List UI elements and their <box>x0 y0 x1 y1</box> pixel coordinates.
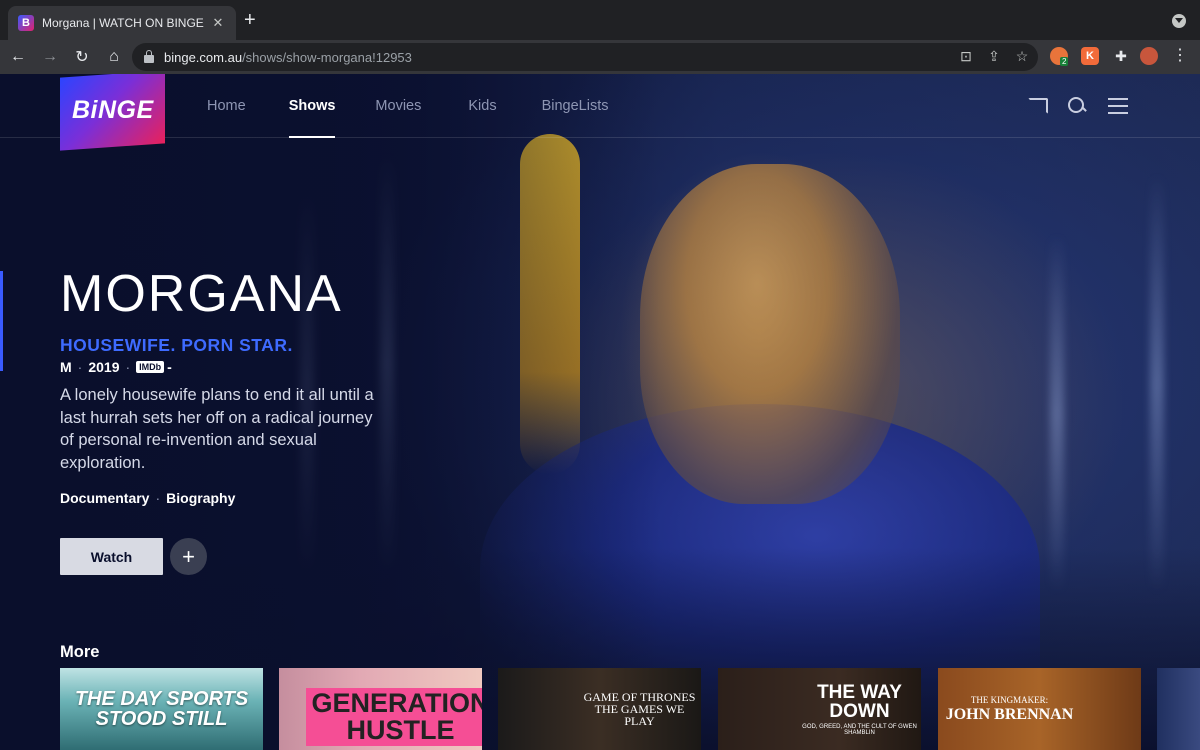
extension-badge: 2 <box>1060 57 1069 66</box>
tile-title: Game of Thrones The Games We Play <box>583 690 696 728</box>
tile-subtitle: The Kingmaker: <box>970 694 1049 705</box>
imdb-score: - <box>167 359 172 375</box>
back-icon[interactable]: ← <box>4 43 32 71</box>
tile-title: The Way Down <box>817 681 902 722</box>
genre-tag[interactable]: Documentary <box>60 490 149 506</box>
lock-icon <box>144 49 154 63</box>
nav-shows[interactable]: Shows <box>288 74 335 138</box>
install-app-icon[interactable]: ⊡ <box>958 48 974 64</box>
main-nav: Home Shows Movies Kids BingeLists <box>207 74 608 138</box>
reload-icon[interactable]: ↻ <box>68 43 96 71</box>
more-tile[interactable]: Generation Hustle <box>279 668 482 750</box>
add-to-list-button[interactable]: + <box>170 538 207 575</box>
show-tagline: HOUSEWIFE. PORN STAR. <box>60 335 293 355</box>
tile-title: Generation Hustle <box>305 688 482 746</box>
forward-icon[interactable]: → <box>36 43 64 71</box>
extension-k-icon[interactable]: K <box>1081 47 1099 65</box>
rating-label: M <box>60 359 72 375</box>
binge-logo[interactable]: BiNGE <box>60 74 165 151</box>
tile-title: John Brennan <box>945 705 1074 723</box>
cast-icon[interactable] <box>1028 95 1050 117</box>
nav-movies[interactable]: Movies <box>375 74 421 138</box>
menu-icon[interactable] <box>1108 95 1130 117</box>
tile-subtitle: God, Greed, and the Cult of Gwen Shambli… <box>802 723 917 736</box>
url-domain: binge.com.au <box>164 49 243 65</box>
genre-tag[interactable]: Biography <box>166 490 235 506</box>
address-bar[interactable]: binge.com.au/shows/show-morgana!12953 ⊡ … <box>132 43 1038 71</box>
show-genres: Documentary · Biography <box>60 490 236 506</box>
browser-tabstrip: B Morgana | WATCH ON BINGE ✕ + <box>0 0 1200 40</box>
url-path: /shows/show-morgana!12953 <box>242 49 412 65</box>
more-tile[interactable]: The Day Sports Stood Still <box>60 668 263 750</box>
more-tile[interactable]: The Kingmaker: John Brennan <box>938 668 1141 750</box>
more-tile-partial[interactable] <box>1157 668 1200 750</box>
nav-kids[interactable]: Kids <box>468 74 496 138</box>
imdb-icon: IMDb <box>136 361 165 373</box>
profile-avatar[interactable] <box>1140 47 1158 65</box>
site-header: BiNGE Home Shows Movies Kids BingeLists <box>0 74 1200 151</box>
more-section-title: More <box>60 643 100 661</box>
show-meta: M · 2019 · IMDb - <box>60 359 172 375</box>
tab-close-icon[interactable]: ✕ <box>210 15 226 31</box>
show-title: MORGANA <box>60 265 343 323</box>
logo-text: BiNGE <box>71 96 154 124</box>
hero-accent-bar <box>0 271 3 371</box>
browser-menu-icon[interactable]: ⋮ <box>1172 47 1188 65</box>
bookmark-star-icon[interactable]: ☆ <box>1014 48 1030 64</box>
search-icon[interactable] <box>1068 95 1090 117</box>
show-description: A lonely housewife plans to end it all u… <box>60 386 374 472</box>
new-tab-icon[interactable]: + <box>244 10 256 30</box>
tab-search-icon[interactable] <box>1172 14 1186 28</box>
tile-title: The Day Sports Stood Still <box>74 688 249 730</box>
nav-home[interactable]: Home <box>207 74 246 138</box>
watch-button[interactable]: Watch <box>60 538 163 575</box>
binge-page: BiNGE Home Shows Movies Kids BingeLists … <box>0 74 1200 750</box>
year-label: 2019 <box>88 359 120 375</box>
nav-bingelists[interactable]: BingeLists <box>542 74 609 138</box>
more-tile[interactable]: The Way Down God, Greed, and the Cult of… <box>718 668 921 750</box>
browser-toolbar: ← → ↻ ⌂ binge.com.au/shows/show-morgana!… <box>0 40 1200 74</box>
share-icon[interactable]: ⇪ <box>986 48 1002 64</box>
tab-title: Morgana | WATCH ON BINGE <box>42 16 204 30</box>
extensions-puzzle-icon[interactable]: ✚ <box>1112 47 1130 65</box>
binge-favicon-icon: B <box>18 15 34 31</box>
home-icon[interactable]: ⌂ <box>100 43 128 71</box>
browser-tab[interactable]: B Morgana | WATCH ON BINGE ✕ <box>8 6 236 40</box>
more-tile[interactable]: Game of Thrones The Games We Play <box>498 668 701 750</box>
